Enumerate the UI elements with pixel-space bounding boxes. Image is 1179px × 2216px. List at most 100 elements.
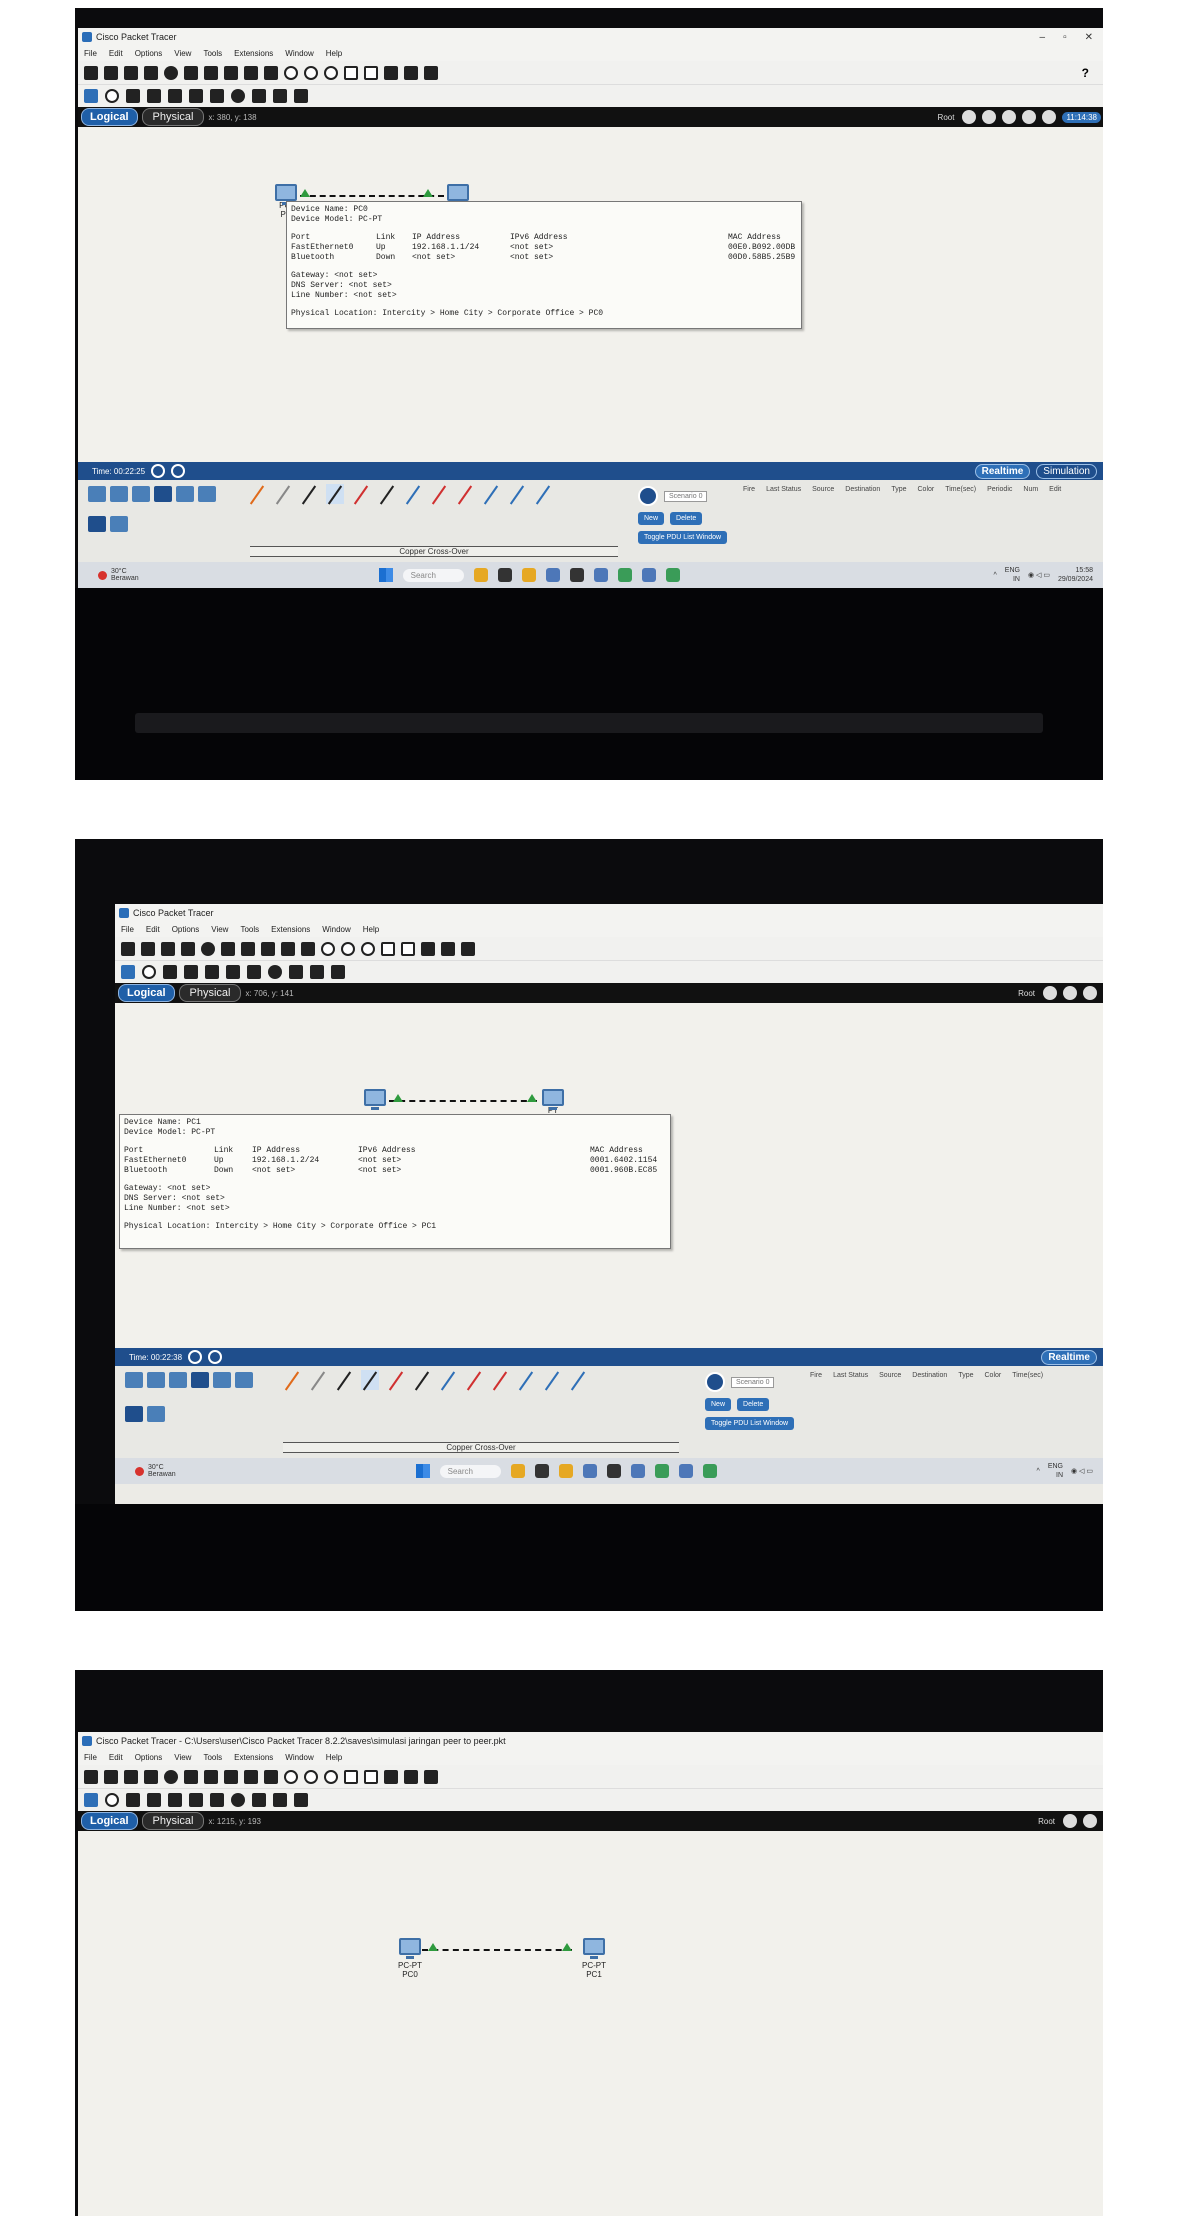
select-icon[interactable] (84, 89, 98, 103)
root-label[interactable]: Root (1018, 989, 1035, 998)
maximize-icon[interactable]: ▫ (1063, 32, 1067, 43)
components-icon[interactable] (169, 1372, 187, 1388)
menu-view[interactable]: View (174, 1753, 191, 1762)
note-icon[interactable] (168, 89, 182, 103)
realtime-clock-icon[interactable] (188, 1350, 203, 1364)
network-devices-icon[interactable] (125, 1372, 143, 1388)
cloud-icon[interactable] (1083, 1814, 1097, 1828)
draw-line-icon[interactable] (189, 89, 203, 103)
chrome-icon[interactable] (655, 1464, 669, 1478)
serial-dte-icon[interactable] (491, 1370, 509, 1390)
menu-tools[interactable]: Tools (240, 925, 259, 934)
app-icon[interactable] (703, 1464, 717, 1478)
multiuser-icon[interactable] (235, 1372, 253, 1388)
minimize-icon[interactable]: – (1040, 32, 1046, 43)
inspect-icon[interactable] (142, 965, 156, 979)
custom-devices-dialog-icon[interactable] (364, 65, 378, 80)
drawing-palette-icon[interactable] (344, 65, 358, 80)
packet-tracer-icon[interactable] (642, 568, 656, 582)
back-icon[interactable] (1063, 1814, 1077, 1828)
simple-pdu-icon[interactable] (273, 1793, 287, 1807)
image-icon[interactable] (424, 65, 438, 80)
cluster-icon[interactable] (441, 941, 455, 956)
menu-edit[interactable]: Edit (109, 49, 123, 58)
tab-physical[interactable]: Physical (178, 984, 242, 1002)
serial-dce-icon[interactable] (465, 1370, 483, 1390)
menu-view[interactable]: View (211, 925, 228, 934)
cluster-icon[interactable] (404, 65, 418, 80)
copper-cross-over-link[interactable] (389, 1100, 537, 1102)
fast-forward-icon[interactable] (171, 464, 186, 478)
realtime-button[interactable]: Realtime (974, 463, 1031, 479)
menu-help[interactable]: Help (326, 1753, 342, 1762)
note-icon[interactable] (205, 965, 219, 979)
console-cable-icon[interactable] (274, 484, 292, 504)
device-pc1[interactable] (443, 184, 473, 205)
cross-over-icon[interactable] (326, 484, 344, 504)
viewport-icon[interactable] (421, 941, 435, 956)
serial-dce-icon[interactable] (430, 484, 448, 504)
widgets-icon[interactable] (474, 568, 488, 582)
grid-icon[interactable] (110, 516, 128, 532)
menu-tools[interactable]: Tools (203, 49, 222, 58)
new-scenario-button[interactable]: New (638, 512, 665, 525)
complex-pdu-icon[interactable] (294, 1793, 308, 1807)
paste-icon[interactable] (224, 1769, 238, 1784)
copy-icon[interactable] (204, 65, 218, 80)
move-icon[interactable] (1083, 986, 1097, 1000)
zoom-in-icon[interactable] (284, 1769, 298, 1784)
cluster-view-icon[interactable] (1042, 110, 1057, 124)
zoom-reset-icon[interactable] (304, 65, 318, 80)
menu-options[interactable]: Options (172, 925, 200, 934)
menu-window[interactable]: Window (285, 49, 313, 58)
toggle-pdu-list-button[interactable]: Toggle PDU List Window (705, 1417, 795, 1430)
image-icon[interactable] (424, 1769, 438, 1784)
menu-options[interactable]: Options (135, 1753, 163, 1762)
edge-icon[interactable] (594, 568, 608, 582)
draw-rectangle-icon[interactable] (210, 1793, 224, 1807)
scenario-select[interactable]: Scenario 0 (664, 490, 708, 502)
connections-subtype-icon[interactable] (88, 516, 106, 532)
console-cable-icon[interactable] (309, 1370, 327, 1390)
chevron-up-icon[interactable]: ^ (1037, 1468, 1040, 1475)
zoom-out-icon[interactable] (324, 1769, 338, 1784)
menu-edit[interactable]: Edit (146, 925, 160, 934)
toggle-pdu-list-button[interactable]: Toggle PDU List Window (638, 531, 728, 544)
network-devices-icon[interactable] (88, 486, 106, 502)
delete-icon[interactable] (126, 1793, 140, 1807)
draw-rectangle-icon[interactable] (247, 965, 261, 979)
copy-icon[interactable] (204, 1769, 218, 1784)
zoom-reset-icon[interactable] (304, 1769, 318, 1784)
logical-workspace[interactable]: PT Device Name: PC1 Device Model: PC-PT … (115, 1003, 1103, 1348)
components-icon[interactable] (132, 486, 150, 502)
paste-icon[interactable] (224, 65, 238, 80)
custom-device-icon[interactable] (184, 65, 198, 80)
draw-ellipse-icon[interactable] (231, 89, 245, 103)
photos-icon[interactable] (546, 568, 560, 582)
resize-icon[interactable] (147, 89, 161, 103)
task-view-icon[interactable] (535, 1464, 549, 1478)
file-explorer-icon[interactable] (559, 1464, 573, 1478)
cluster-icon[interactable] (404, 1769, 418, 1784)
open-icon[interactable] (141, 941, 155, 956)
zoom-reset-icon[interactable] (341, 941, 355, 956)
back-icon[interactable] (962, 110, 977, 124)
paste-icon[interactable] (261, 941, 275, 956)
menu-file[interactable]: File (84, 49, 97, 58)
menu-view[interactable]: View (174, 49, 191, 58)
activity-wizard-icon[interactable] (164, 65, 178, 80)
viewport-icon[interactable] (384, 1769, 398, 1784)
new-scenario-button[interactable]: New (705, 1398, 732, 1411)
device-pc1[interactable]: PC-PT PC1 (574, 1938, 614, 1979)
weather-widget[interactable]: 30°C Berawan (98, 568, 139, 582)
auto-cable-icon[interactable] (283, 1370, 301, 1390)
open-icon[interactable] (104, 1769, 118, 1784)
realtime-button[interactable]: Realtime (1041, 1349, 1097, 1365)
edge-icon[interactable] (631, 1464, 645, 1478)
copy-icon[interactable] (241, 941, 255, 956)
end-devices-icon[interactable] (110, 486, 128, 502)
connections-subtype-icon[interactable] (125, 1406, 143, 1422)
close-icon[interactable]: ✕ (1085, 32, 1093, 43)
tab-physical[interactable]: Physical (141, 108, 205, 126)
file-explorer-icon[interactable] (522, 568, 536, 582)
